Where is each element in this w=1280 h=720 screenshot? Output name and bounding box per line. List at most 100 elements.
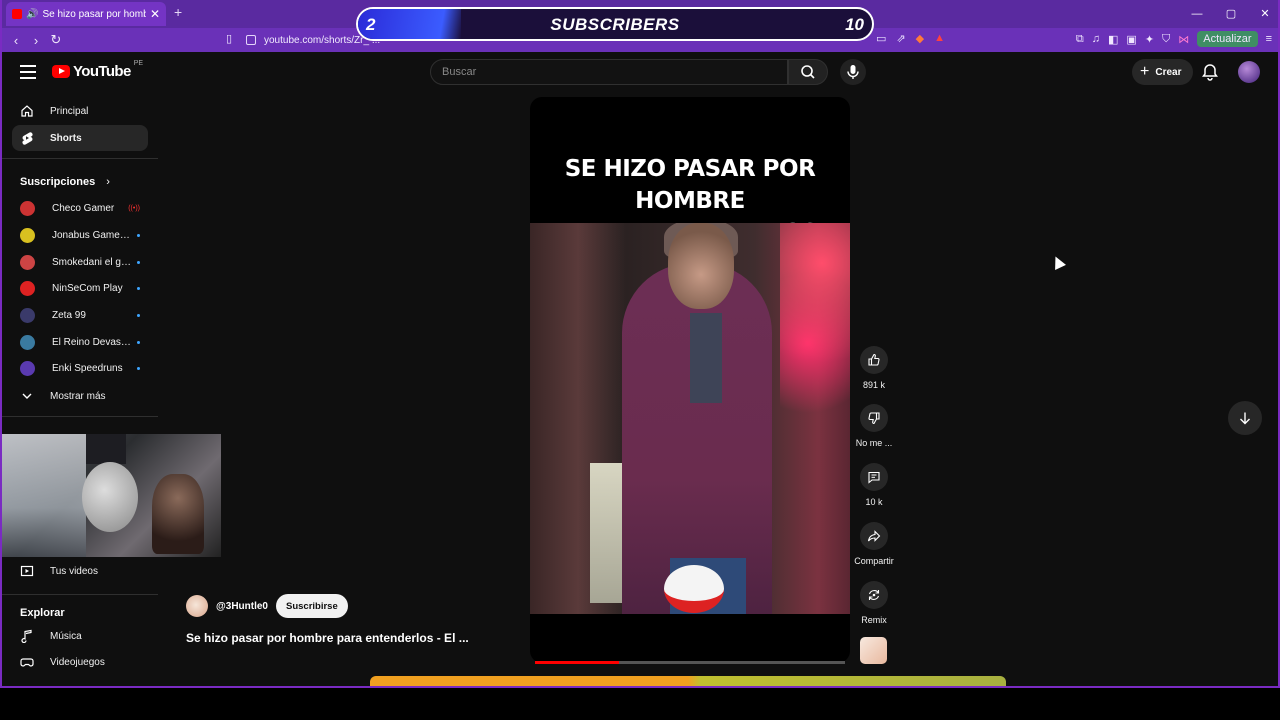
subscription-name: Enki Speedruns (52, 362, 123, 374)
sidebar-toggle-icon[interactable]: ◧ (1108, 33, 1118, 46)
youtube-header: YouTube PE Buscar + Crear (2, 52, 1278, 92)
browser-tab[interactable]: 🔊 Se hizo pasar por hombre pa ✕ (6, 2, 166, 26)
caption-line-1: SE HIZO PASAR POR HOMBRE (564, 156, 816, 214)
new-content-dot (137, 233, 140, 237)
close-tab-icon[interactable]: ✕ (150, 7, 160, 21)
shield-icon[interactable]: ◆ (916, 32, 924, 45)
sidebar-item-label: Shorts (50, 132, 82, 144)
extensions-area: ⧉ ♫ ◧ ▣ ✦ ⛉ ⋈ Actualizar ≡ (1076, 31, 1272, 47)
tab-title: Se hizo pasar por hombre pa (42, 8, 145, 20)
shorts-video-player[interactable]: SE HIZO PASAR POR HOMBRE PARA ENTENDERLO… (530, 97, 850, 663)
update-button[interactable]: Actualizar (1197, 31, 1258, 47)
site-info-icon[interactable] (246, 35, 256, 45)
next-short-button[interactable] (1228, 401, 1262, 435)
video-progress-bar[interactable] (535, 661, 845, 664)
new-content-dot (137, 313, 140, 317)
remix-button[interactable]: Remix (848, 581, 900, 625)
show-more-button[interactable]: Mostrar más (12, 383, 148, 409)
subscribe-button[interactable]: Suscribirse (275, 594, 348, 618)
sidebar-item-label: Música (50, 630, 82, 642)
vpn-icon[interactable]: ⛉ (1162, 33, 1170, 46)
close-window-icon[interactable]: ✕ (1248, 0, 1278, 28)
sidebar-item-label: Principal (50, 105, 89, 117)
youtube-logo[interactable]: YouTube PE (52, 60, 144, 80)
chevron-down-icon (20, 389, 34, 403)
minimize-icon[interactable]: — (1180, 0, 1214, 28)
back-icon[interactable]: ‹ (6, 33, 26, 48)
bottom-overlay-strip (370, 676, 1006, 686)
new-content-dot (137, 286, 140, 290)
account-avatar[interactable] (1238, 61, 1260, 83)
browser-window: 🔊 Se hizo pasar por hombre pa ✕ + — ▢ ✕ … (0, 0, 1280, 688)
new-content-dot (137, 340, 140, 344)
sidebar-subscription-item[interactable]: Checo Gamer ((•)) (20, 197, 140, 219)
webcam-overlay (2, 434, 221, 557)
subscription-name: NinSeCom Play (52, 282, 123, 294)
menu-icon[interactable]: ≡ (1266, 33, 1272, 45)
cast-icon[interactable]: ▭ (876, 32, 886, 45)
youtube-favicon-icon (12, 9, 22, 19)
forward-icon[interactable]: › (26, 33, 46, 48)
subscriber-goal-target: 10 (845, 15, 864, 34)
reload-icon[interactable]: ↻ (46, 32, 66, 48)
sidebar-item-shorts[interactable]: Shorts (12, 125, 148, 151)
music-ext-icon[interactable]: ♫ (1092, 33, 1100, 45)
sidebar-divider (2, 158, 158, 159)
wallet-icon[interactable]: ▣ (1126, 33, 1136, 46)
share-label: Compartir (854, 556, 894, 566)
youtube-play-icon (52, 65, 70, 78)
sidebar-item-music[interactable]: Música (12, 623, 148, 649)
sidebar-subscription-item[interactable]: Smokedani el gu... (20, 251, 140, 273)
sidebar-subscription-item[interactable]: Zeta 99 (20, 304, 140, 326)
remix-icon (860, 581, 888, 609)
search-button[interactable] (788, 59, 828, 85)
dislike-button[interactable]: No me ... (848, 404, 900, 448)
channel-avatar (20, 360, 35, 376)
sidebar-subscription-item[interactable]: El Reino Devasta... (20, 331, 140, 353)
channel-info: @3Huntle0 Suscribirse (186, 594, 348, 618)
aria-icon[interactable]: ⋈ (1178, 33, 1189, 46)
mouse-cursor-icon (1050, 254, 1066, 270)
sidebar-subscription-item[interactable]: NinSeCom Play (20, 277, 140, 299)
sidebar-item-gaming[interactable]: Videojuegos (12, 649, 148, 675)
gamepad-icon (20, 655, 34, 669)
create-label: Crear (1155, 66, 1182, 78)
share-button[interactable]: Compartir (848, 522, 900, 566)
search-input[interactable]: Buscar (430, 59, 788, 85)
channel-avatar[interactable] (186, 595, 208, 617)
hamburger-menu-icon[interactable] (20, 65, 36, 83)
sidebar-item-label: Tus videos (50, 565, 98, 577)
create-button[interactable]: + Crear (1132, 59, 1194, 85)
sound-thumbnail[interactable] (860, 637, 887, 664)
new-tab-icon[interactable]: + (174, 4, 182, 20)
voice-search-button[interactable] (840, 59, 866, 85)
warning-icon[interactable]: ▲ (934, 32, 945, 45)
subscription-name: Checo Gamer (52, 202, 115, 214)
sidebar-item-home[interactable]: Principal (12, 98, 148, 124)
thumbs-up-icon (860, 346, 888, 374)
plus-icon: + (1140, 63, 1150, 80)
subscriber-goal-label: SUBSCRIBERS (550, 15, 680, 34)
sidebar: Principal Shorts Suscripciones › Checo G… (2, 92, 158, 686)
screenshot-icon[interactable]: ⧉ (1076, 33, 1084, 46)
channel-avatar (20, 227, 35, 243)
live-indicator-icon: ((•)) (128, 204, 140, 212)
comments-button[interactable]: 10 k (848, 463, 900, 507)
like-button[interactable]: 891 k (848, 346, 900, 390)
video-icon (20, 564, 34, 578)
maximize-icon[interactable]: ▢ (1214, 0, 1248, 28)
channel-handle[interactable]: @3Huntle0 (216, 601, 268, 612)
ai-icon[interactable]: ✦ (1145, 33, 1154, 46)
country-code: PE (133, 60, 144, 67)
speaker-icon: 🔊 (26, 8, 39, 20)
sidebar-subscription-item[interactable]: Enki Speedruns (20, 357, 140, 379)
subscription-name: Jonabus Gamepl... (52, 229, 133, 241)
bookmark-icon[interactable]: ▯ (226, 32, 232, 45)
subscriptions-header[interactable]: Suscripciones › (20, 176, 110, 188)
share-page-icon[interactable]: ⇗ (896, 32, 905, 45)
notifications-bell-icon[interactable] (1200, 62, 1220, 82)
sidebar-item-your-videos[interactable]: Tus videos (12, 558, 148, 584)
sidebar-subscription-item[interactable]: Jonabus Gamepl... (20, 224, 140, 246)
logo-text: YouTube (73, 63, 131, 80)
short-title[interactable]: Se hizo pasar por hombre para entenderlo… (186, 631, 469, 645)
